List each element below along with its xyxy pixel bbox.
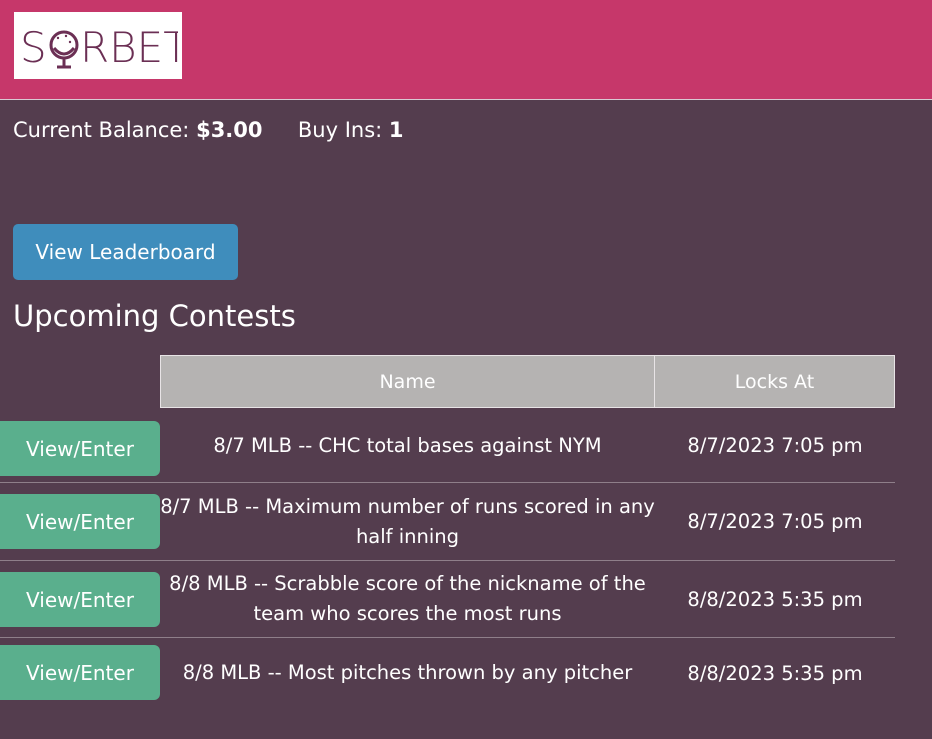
top-bar: S RBET	[0, 0, 932, 100]
logo-icon: S RBET	[20, 23, 178, 72]
account-summary: Current Balance: $3.00 Buy Ins: 1	[13, 118, 404, 142]
buyins-value: 1	[388, 118, 404, 142]
contest-locks-at: 8/8/2023 5:35 pm	[687, 587, 863, 611]
view-enter-button[interactable]: View/Enter	[0, 645, 160, 700]
svg-text:RBET: RBET	[80, 23, 178, 72]
contest-locks-at: 8/7/2023 7:05 pm	[687, 510, 863, 533]
section-title: Upcoming Contests	[13, 299, 296, 333]
view-leaderboard-button[interactable]: View Leaderboard	[13, 224, 238, 280]
contest-locks-at: 8/7/2023 7:05 pm	[687, 434, 863, 457]
view-enter-button[interactable]: View/Enter	[0, 572, 160, 627]
column-header-locks-at: Locks At	[654, 355, 895, 408]
contest-row: View/Enter 8/8 MLB -- Most pitches throw…	[0, 638, 895, 708]
contest-row: View/Enter 8/7 MLB -- CHC total bases ag…	[0, 409, 895, 483]
balance-label: Current Balance:	[13, 118, 190, 142]
svg-text:S: S	[20, 23, 47, 72]
contest-name: 8/8 MLB -- Scrabble score of the nicknam…	[169, 572, 646, 625]
view-enter-button[interactable]: View/Enter	[0, 421, 160, 476]
contest-name: 8/8 MLB -- Most pitches thrown by any pi…	[182, 661, 633, 684]
contest-row: View/Enter 8/8 MLB -- Scrabble score of …	[0, 561, 895, 638]
view-enter-button[interactable]: View/Enter	[0, 494, 160, 549]
contest-row: View/Enter 8/7 MLB -- Maximum number of …	[0, 483, 895, 561]
buyins-label: Buy Ins:	[297, 118, 383, 142]
contest-locks-at: 8/8/2023 5:35 pm	[687, 661, 863, 685]
contest-name: 8/7 MLB -- CHC total bases against NYM	[213, 433, 602, 457]
column-header-name: Name	[160, 355, 655, 408]
balance-value: $3.00	[196, 118, 263, 142]
contest-name: 8/7 MLB -- Maximum number of runs scored…	[160, 494, 655, 548]
sorbet-logo[interactable]: S RBET	[14, 12, 182, 79]
